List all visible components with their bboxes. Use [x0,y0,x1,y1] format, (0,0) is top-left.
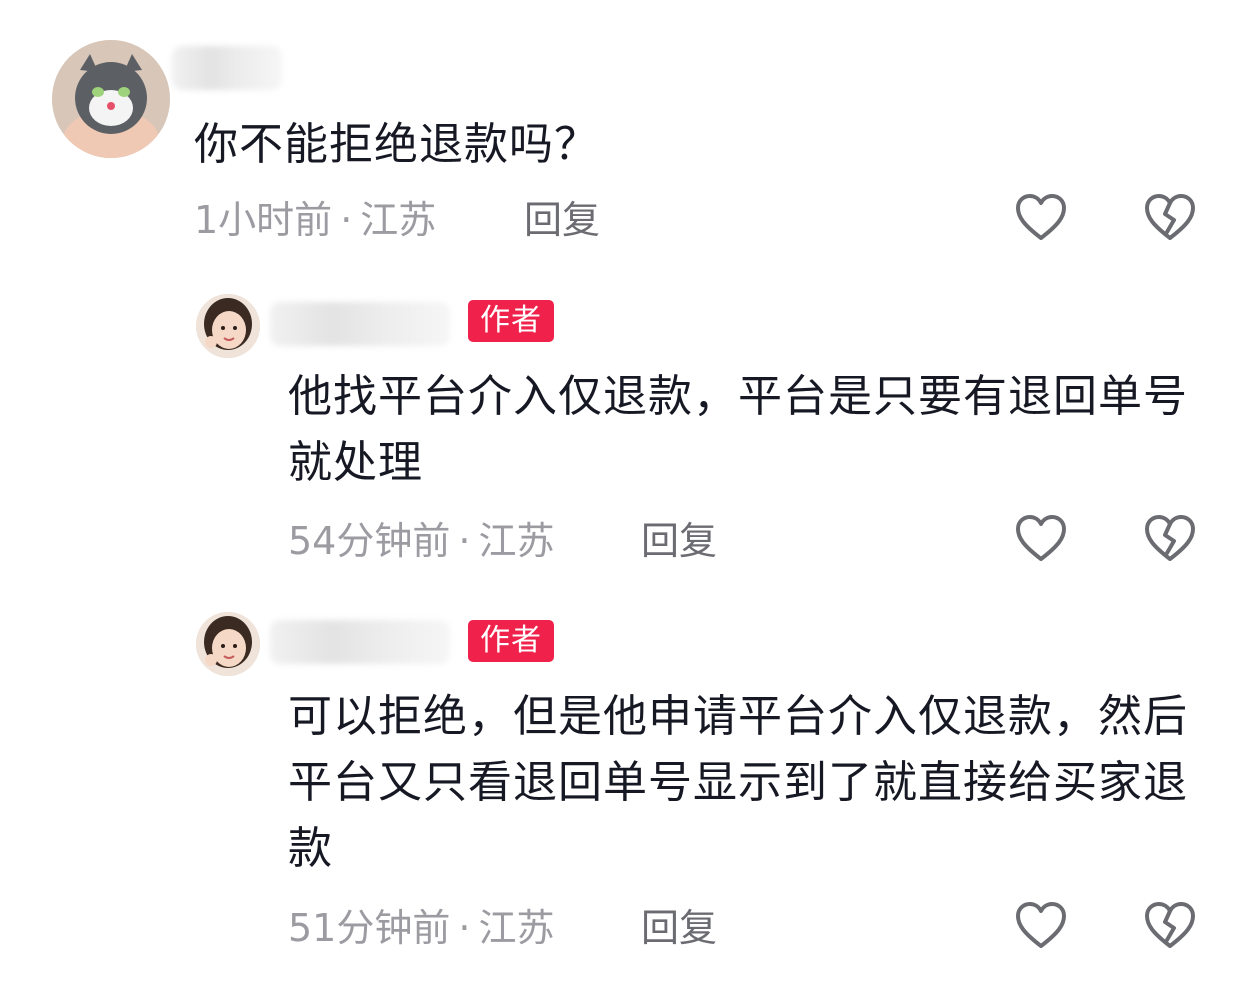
username-blurred[interactable] [172,46,282,90]
avatar[interactable] [196,612,260,676]
heart-outline-icon [1016,515,1066,561]
dislike-button[interactable] [1143,900,1197,954]
reply-item: 作者 他找平台介入仅退款，平台是只要有退回单号就处理 54分钟前 · 江苏 回复 [0,280,1260,600]
author-badge: 作者 [468,620,554,662]
reply-location: 江苏 [478,519,555,563]
meta-separator: · [458,906,471,950]
reply-text: 他找平台介入仅退款，平台是只要有退回单号就处理 [288,371,1188,488]
broken-heart-icon [1145,515,1195,561]
username-blurred[interactable] [270,620,450,664]
reply-meta: 54分钟前 · 江苏 [288,516,554,566]
comment-item: 你不能拒绝退款吗？ 1小时前 · 江苏 回复 [0,0,1260,260]
meta-separator: · [340,198,353,242]
heart-outline-icon [1016,194,1066,240]
reply-text: 可以拒绝，但是他申请平台介入仅退款，然后平台又只看退回单号显示到了就直接给买家退… [288,691,1188,874]
comment-time: 1小时前 [194,198,333,242]
reply-location: 江苏 [478,906,555,950]
avatar[interactable] [52,40,170,158]
comment-location: 江苏 [360,198,437,242]
avatar[interactable] [196,294,260,358]
dislike-button[interactable] [1143,192,1197,246]
heart-outline-icon [1016,902,1066,948]
reply-time: 54分钟前 [288,519,451,563]
reply-item: 作者 可以拒绝，但是他申请平台介入仅退款，然后平台又只看退回单号显示到了就直接给… [0,600,1260,981]
comment-meta: 1小时前 · 江苏 [194,195,436,245]
broken-heart-icon [1145,194,1195,240]
author-badge: 作者 [468,300,554,342]
like-button[interactable] [1014,513,1068,567]
reply-button[interactable]: 回复 [641,516,717,566]
dislike-button[interactable] [1143,513,1197,567]
like-button[interactable] [1014,900,1068,954]
reply-meta: 51分钟前 · 江苏 [288,903,554,953]
comment-text: 你不能拒绝退款吗？ [194,119,599,170]
reply-time: 51分钟前 [288,906,451,950]
reply-button[interactable]: 回复 [641,903,717,953]
like-button[interactable] [1014,192,1068,246]
broken-heart-icon [1145,902,1195,948]
username-blurred[interactable] [270,302,450,346]
meta-separator: · [458,519,471,563]
reply-button[interactable]: 回复 [524,195,600,245]
